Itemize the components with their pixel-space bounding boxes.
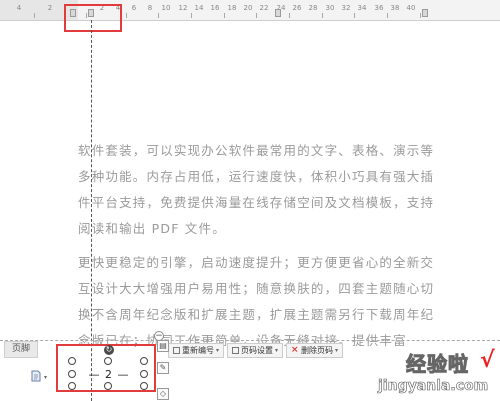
ruler-number: 8 xyxy=(147,4,153,12)
footer-tab[interactable]: 页脚 xyxy=(4,341,38,358)
resize-handle[interactable] xyxy=(140,382,148,390)
resize-handle[interactable] xyxy=(68,382,76,390)
ruler-tick xyxy=(354,13,355,18)
ruler-number: 36 xyxy=(374,4,384,12)
ruler-number: 38 xyxy=(390,4,400,12)
paragraph-line: 互设计大大增强用户易用性；随意换肤的，四套主题随心切 xyxy=(78,281,435,296)
right-indent-marker[interactable] xyxy=(422,9,428,17)
page-number-settings-button[interactable]: 页码设置 ▾ xyxy=(227,343,284,358)
delete-page-number-button[interactable]: × 删除页码 ▾ xyxy=(286,343,344,358)
resize-handle[interactable] xyxy=(104,357,112,365)
edit-pencil-icon[interactable]: ✎ xyxy=(157,362,169,374)
delete-page-number-label: 删除页码 xyxy=(301,346,334,355)
paragraph-line: 件平台支持，免费提供海量在线存储空间及文档模板，支持 xyxy=(78,195,435,210)
ruler-number: 22 xyxy=(259,4,269,12)
ruler-number: 12 xyxy=(178,4,188,12)
ruler-number: 26 xyxy=(292,4,302,12)
checkmark-icon: √ xyxy=(480,348,495,373)
ruler-tick xyxy=(158,13,159,18)
ruler-number: 20 xyxy=(243,4,253,12)
page-number-field[interactable]: — 2 — xyxy=(84,368,134,381)
ruler-number: 30 xyxy=(325,4,335,12)
paragraph-line: 阅读和输出 PDF 文件。 xyxy=(78,221,226,236)
ruler-tick xyxy=(191,13,192,18)
layout-icon[interactable]: ▤ xyxy=(157,340,169,352)
ruler-number: 16 xyxy=(210,4,220,12)
document-icon[interactable] xyxy=(30,370,42,382)
resize-handle[interactable] xyxy=(68,370,76,378)
watermark-url: jingyanla.com xyxy=(378,378,489,395)
resize-handle[interactable] xyxy=(140,357,148,365)
ruler-number: 10 xyxy=(161,4,171,12)
ruler-tick xyxy=(126,13,127,18)
paragraph-line: 换不含周年纪念版和扩展主题，扩展主题需另行下载周年纪 xyxy=(78,307,435,322)
footer-separator xyxy=(0,340,500,341)
ruler-number: 14 xyxy=(194,4,204,12)
renumber-icon xyxy=(173,347,180,354)
ruler-number: 34 xyxy=(357,4,367,12)
tab-stop-marker[interactable] xyxy=(275,9,281,17)
ruler-number: 6 xyxy=(131,4,137,12)
resize-handle[interactable] xyxy=(68,357,76,365)
renumber-button[interactable]: 重新编号 ▾ xyxy=(168,343,225,358)
watermark-logo: 经验啦 √ jingyanla.com xyxy=(370,348,498,400)
chevron-down-icon: ▾ xyxy=(275,347,279,354)
paragraph-line: 软件套装，可以实现办公软件最常用的文字、表格、演示等 xyxy=(78,143,435,158)
settings-page-icon xyxy=(232,347,240,354)
rotate-handle-icon[interactable]: ↻ xyxy=(104,345,114,355)
footer-toolbar: 重新编号 ▾ 页码设置 ▾ × 删除页码 ▾ xyxy=(168,343,344,358)
ruler-number: 4 xyxy=(16,4,22,12)
ruler-tick xyxy=(420,13,421,18)
shape-icon[interactable]: ◇ xyxy=(157,388,169,400)
resize-handle[interactable] xyxy=(104,382,112,390)
ruler-number: 2 xyxy=(47,4,53,12)
ruler-tick xyxy=(387,13,388,18)
page-number-settings-label: 页码设置 xyxy=(241,346,274,355)
ruler-tick xyxy=(322,13,323,18)
chevron-down-icon: ▾ xyxy=(335,347,339,354)
document-body[interactable]: 软件套装，可以实现办公软件最常用的文字、表格、演示等 多种功能。内存占用低，运行… xyxy=(78,138,438,354)
paragraph-line: 更快更稳定的引擎，启动速度提升；更方便更省心的全新交 xyxy=(78,255,435,270)
ruler-tick xyxy=(224,13,225,18)
ruler-number: 18 xyxy=(227,4,237,12)
ruler-tick xyxy=(289,13,290,18)
delete-x-icon: × xyxy=(291,345,299,355)
paragraph-line: 多种功能。内存占用低，运行速度快，体积小巧具有强大插 xyxy=(78,169,435,184)
ruler-number: 32 xyxy=(341,4,351,12)
renumber-label: 重新编号 xyxy=(182,346,214,355)
watermark-text: 经验啦 xyxy=(406,352,469,377)
ruler-number: 28 xyxy=(308,4,318,12)
chevron-down-icon: ▾ xyxy=(216,347,220,354)
chevron-down-icon[interactable]: ▾ xyxy=(44,374,47,381)
ruler-highlight-annotation xyxy=(64,4,122,32)
ruler-number: 40 xyxy=(406,4,416,12)
resize-handle[interactable] xyxy=(140,370,148,378)
ruler-tick xyxy=(256,13,257,18)
ruler-tick xyxy=(34,13,35,18)
